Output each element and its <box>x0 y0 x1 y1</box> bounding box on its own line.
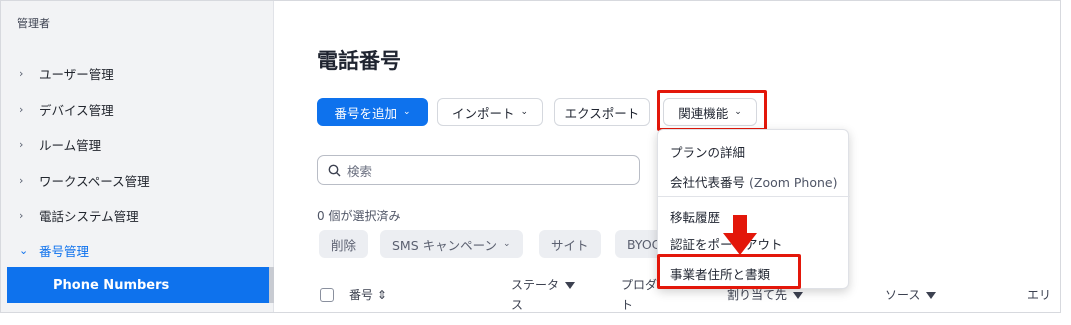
import-label: インポート <box>451 105 515 121</box>
export-label: エクスポート <box>564 105 640 121</box>
chevron-right-icon: › <box>19 66 24 80</box>
page-title: 電話番号 <box>317 49 401 73</box>
chevron-down-icon: ⌄ <box>520 107 529 117</box>
search-placeholder: 検索 <box>347 163 373 179</box>
chevron-down-icon: ⌄ <box>402 107 411 117</box>
column-header-product[interactable]: プロダ ト <box>621 275 657 312</box>
column-header-status[interactable]: ステータ ス <box>511 275 576 312</box>
highlight-box-business-address <box>657 254 801 289</box>
menu-item-plan-details[interactable]: プランの詳細 <box>670 142 745 161</box>
search-icon <box>328 164 341 176</box>
add-number-label: 番号を追加 <box>334 105 397 121</box>
chevron-right-icon: › <box>19 102 24 116</box>
sms-campaign-button[interactable]: SMS キャンペーン ⌄ <box>380 230 523 258</box>
menu-divider <box>658 196 850 197</box>
filter-icon[interactable] <box>793 292 804 299</box>
column-header-number[interactable]: 番号 ⇕ <box>349 285 387 305</box>
sidebar-subitem-phone-numbers[interactable]: Phone Numbers <box>7 267 269 303</box>
sidebar-scrollbar[interactable] <box>269 267 274 303</box>
import-button[interactable]: インポート ⌄ <box>437 98 543 126</box>
delete-label: 削除 <box>331 237 357 253</box>
sort-icon: ⇕ <box>376 288 387 302</box>
search-input[interactable]: 検索 <box>317 155 640 185</box>
column-header-area[interactable]: エリ <box>1027 285 1051 305</box>
sidebar-item-phone-system[interactable]: › 電話システム管理 <box>1 197 274 233</box>
site-button[interactable]: サイト <box>539 230 601 258</box>
add-number-button[interactable]: 番号を追加 ⌄ <box>317 98 428 126</box>
menu-item-company-number[interactable]: 会社代表番号 (Zoom Phone) <box>670 172 837 191</box>
app-window: 管理者 › ユーザー管理 › デバイス管理 › ルーム管理 › ワークスペース管… <box>0 0 1061 313</box>
sidebar-item-label: ユーザー管理 <box>39 66 114 82</box>
filter-icon[interactable] <box>926 292 937 299</box>
chevron-right-icon: › <box>19 137 24 151</box>
byoc-label: BYOC <box>627 236 661 252</box>
select-all-checkbox[interactable] <box>320 288 334 302</box>
chevron-down-icon: ⌄ <box>503 239 511 249</box>
selected-count: 0 個が選択済み <box>317 209 401 223</box>
sms-campaign-label: SMS キャンペーン <box>392 237 498 253</box>
main-content: 電話番号 番号を追加 ⌄ インポート ⌄ エクスポート 関連機能 ⌄ 検索 0 … <box>275 1 1060 312</box>
sidebar-item-devices[interactable]: › デバイス管理 <box>1 91 274 127</box>
sidebar-item-label: 電話システム管理 <box>39 208 139 224</box>
filter-icon[interactable] <box>565 282 576 289</box>
sidebar-item-label: 番号管理 <box>39 243 90 259</box>
sidebar-item-label: ルーム管理 <box>39 137 102 153</box>
chevron-down-icon: ⌄ <box>19 243 29 257</box>
sidebar-item-workspaces[interactable]: › ワークスペース管理 <box>1 162 274 198</box>
chevron-right-icon: › <box>19 173 24 187</box>
sidebar-header: 管理者 <box>17 17 50 30</box>
export-button[interactable]: エクスポート <box>554 98 650 126</box>
sidebar-item-number-management[interactable]: ⌄ 番号管理 <box>1 232 274 268</box>
highlight-box-related <box>657 90 767 131</box>
chevron-right-icon: › <box>19 208 24 222</box>
arrow-down-icon <box>723 215 757 255</box>
sidebar-item-label: デバイス管理 <box>39 102 114 118</box>
column-header-source[interactable]: ソース <box>885 285 937 305</box>
delete-button[interactable]: 削除 <box>319 230 369 258</box>
site-label: サイト <box>551 237 589 253</box>
sidebar-item-users[interactable]: › ユーザー管理 <box>1 55 274 91</box>
menu-item-transfer-history[interactable]: 移転履歴 <box>670 207 720 226</box>
sidebar: 管理者 › ユーザー管理 › デバイス管理 › ルーム管理 › ワークスペース管… <box>1 1 274 312</box>
sidebar-item-label: ワークスペース管理 <box>39 173 150 189</box>
sidebar-item-rooms[interactable]: › ルーム管理 <box>1 126 274 162</box>
